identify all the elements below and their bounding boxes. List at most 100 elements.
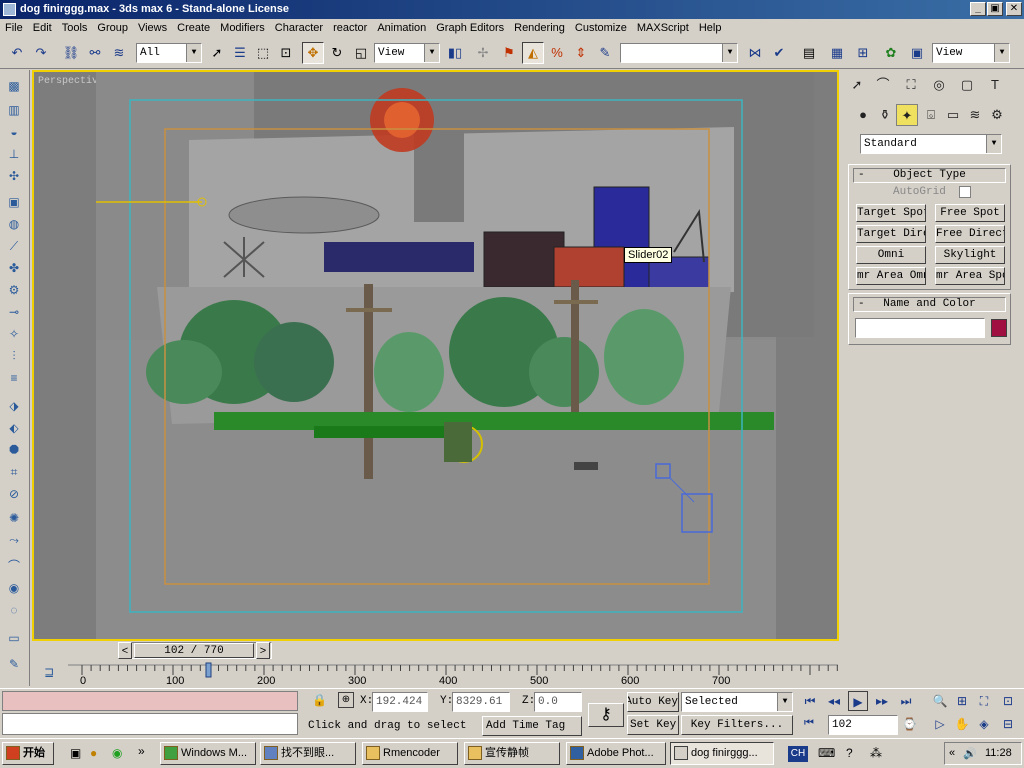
render-type-dropdown[interactable]: View ▼ (932, 43, 1010, 63)
set-key-button[interactable]: Set Key (627, 715, 679, 735)
target-spot-button[interactable]: Target Spot (856, 204, 926, 222)
auto-key-button[interactable]: Auto Key (627, 692, 679, 712)
menu-file[interactable]: File (0, 19, 28, 38)
named-selection-sets-dropdown[interactable]: ▼ (620, 43, 738, 63)
start-button[interactable]: 开始 (2, 742, 54, 765)
current-frame-input[interactable]: 102 (828, 715, 898, 735)
undo-icon[interactable]: ↶ (6, 42, 28, 64)
minimize-button[interactable]: _ (970, 2, 986, 16)
tool-icon[interactable]: ⯃ (6, 442, 22, 458)
tool-icon[interactable]: ▭ (6, 630, 22, 646)
target-direct-button[interactable]: Target Direct (856, 225, 926, 243)
task-3dsmax[interactable]: dog finirggg... (670, 742, 774, 765)
task-windows-media[interactable]: Windows M... (160, 742, 256, 765)
zoom-extents-all-icon[interactable]: ⊡ (998, 691, 1018, 711)
tool-icon[interactable]: ◌ (6, 602, 22, 618)
select-scale-icon[interactable]: ◱ (350, 42, 372, 64)
utilities-tab-icon[interactable]: T (984, 74, 1006, 96)
select-rotate-icon[interactable]: ↻ (326, 42, 348, 64)
mr-area-spot-button[interactable]: mr Area Spot (935, 267, 1005, 285)
cameras-icon[interactable]: ⌺ (920, 104, 942, 126)
key-mode-dropdown[interactable]: Selected ▼ (681, 692, 793, 712)
play-icon[interactable]: ▶ (848, 691, 868, 711)
task-chinese-window[interactable]: 找不到眼... (260, 742, 356, 765)
snaps-toggle-icon[interactable]: ⚑ (498, 42, 520, 64)
percent-snap-icon[interactable]: % (546, 42, 568, 64)
layer-manager-icon[interactable]: ▤ (798, 42, 820, 64)
tray-expand-icon[interactable]: « (949, 747, 955, 759)
maxscript-listener-pink[interactable] (2, 691, 298, 711)
pan-icon[interactable]: ✋ (952, 714, 972, 734)
create-tab-icon[interactable]: ➚ (846, 74, 868, 96)
tool-icon[interactable]: ⊘ (6, 486, 22, 502)
rect-selection-icon[interactable]: ⬚ (252, 42, 274, 64)
systems-icon[interactable]: ⚙ (986, 104, 1008, 126)
tool-icon[interactable]: ✣ (6, 168, 22, 184)
mirror-icon[interactable]: ⋈ (744, 42, 766, 64)
set-key-icon[interactable]: ⚷ (588, 703, 624, 727)
tool-icon[interactable]: ◍ (6, 216, 22, 232)
zoom-icon[interactable]: 🔍 (930, 691, 950, 711)
render-scene-icon[interactable]: ▣ (906, 42, 928, 64)
go-to-end-icon[interactable]: ⏭ (896, 691, 916, 711)
select-object-icon[interactable]: ➚ (206, 42, 228, 64)
menu-customize[interactable]: Customize (570, 19, 632, 38)
clock[interactable]: 11:28 (985, 747, 1012, 759)
ime-keyboard-icon[interactable]: ⌨ (818, 746, 835, 760)
curve-editor-icon[interactable]: ▦ (826, 42, 848, 64)
tool-icon[interactable]: ◒ (6, 124, 22, 140)
free-direct-button[interactable]: Free Direct (935, 225, 1005, 243)
task-adobe-photoshop[interactable]: Adobe Phot... (566, 742, 666, 765)
menu-create[interactable]: Create (172, 19, 215, 38)
menu-maxscript[interactable]: MAXScript (632, 19, 694, 38)
zoom-extents-icon[interactable]: ⛶ (974, 691, 994, 711)
field-of-view-icon[interactable]: ▷ (930, 714, 950, 734)
tool-icon[interactable]: ≡ (6, 370, 22, 386)
menu-tools[interactable]: Tools (57, 19, 93, 38)
tool-icon[interactable]: ⟋ (6, 238, 22, 254)
autogrid-checkbox[interactable] (959, 186, 971, 198)
quicklaunch-browser-icon[interactable]: ◉ (112, 746, 122, 760)
track-bar[interactable]: ⊒ 0 100 200 300 400 500 600 700 (32, 661, 839, 688)
next-frame-button[interactable]: > (256, 642, 270, 659)
shapes-icon[interactable]: ⚱ (874, 104, 896, 126)
tool-icon[interactable]: ▥ (6, 102, 22, 118)
menu-edit[interactable]: Edit (28, 19, 57, 38)
menu-help[interactable]: Help (694, 19, 727, 38)
go-to-start-icon[interactable]: ⏮ (800, 691, 820, 711)
ime-options-icon[interactable]: ⁂ (870, 746, 882, 760)
previous-frame-icon[interactable]: ◂◂ (824, 691, 844, 711)
zoom-all-icon[interactable]: ⊞ (952, 691, 972, 711)
material-editor-icon[interactable]: ✿ (880, 42, 902, 64)
tool-icon[interactable]: ⚙ (6, 282, 22, 298)
tool-icon[interactable]: ✧ (6, 326, 22, 342)
mr-area-omni-button[interactable]: mr Area Omni (856, 267, 926, 285)
menu-reactor[interactable]: reactor (328, 19, 372, 38)
add-time-tag-button[interactable]: Add Time Tag (482, 716, 582, 736)
tool-icon[interactable]: ⊥ (6, 146, 22, 162)
task-rmencoder[interactable]: Rmencoder (362, 742, 458, 765)
object-color-swatch[interactable] (991, 319, 1007, 337)
menu-views[interactable]: Views (133, 19, 172, 38)
space-warps-icon[interactable]: ≋ (964, 104, 986, 126)
tool-icon[interactable]: ⫶ (6, 348, 22, 364)
align-icon[interactable]: ✔ (768, 42, 790, 64)
modify-tab-icon[interactable]: ⌒ (872, 74, 894, 96)
language-indicator[interactable]: CH (788, 746, 808, 762)
absolute-mode-icon[interactable]: ⊕ (338, 692, 354, 708)
omni-button[interactable]: Omni (856, 246, 926, 264)
prev-frame-button[interactable]: < (118, 642, 132, 659)
spinner-snap-icon[interactable]: ⇕ (570, 42, 592, 64)
helpers-icon[interactable]: ▭ (942, 104, 964, 126)
display-tab-icon[interactable]: ▢ (956, 74, 978, 96)
help-icon[interactable]: ? (846, 746, 853, 760)
redo-icon[interactable]: ↷ (30, 42, 52, 64)
reference-coordinate-dropdown[interactable]: View ▼ (374, 43, 440, 63)
name-color-header[interactable]: - Name and Color (853, 297, 1006, 312)
angle-snap-icon[interactable]: ◭ (522, 42, 544, 64)
lights-icon[interactable]: ✦ (896, 104, 918, 126)
time-config-icon[interactable]: ⌚ (902, 717, 917, 731)
time-slider[interactable]: < 102 / 770 > (32, 641, 839, 661)
maximize-viewport-icon[interactable]: ⊟ (998, 714, 1018, 734)
volume-icon[interactable]: 🔊 (963, 747, 977, 760)
